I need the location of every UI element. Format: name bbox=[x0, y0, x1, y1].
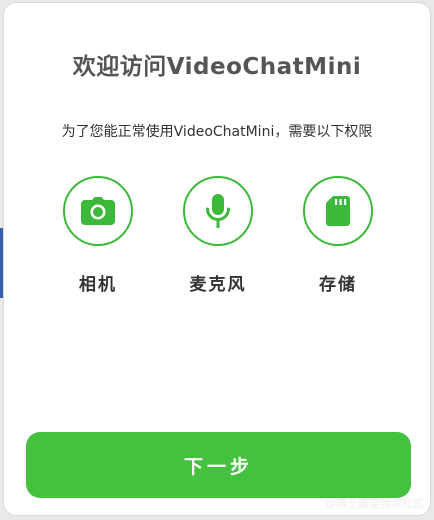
permission-camera-label: 相机 bbox=[79, 275, 117, 295]
dialog-title: 欢迎访问VideoChatMini bbox=[72, 54, 362, 80]
next-button[interactable]: 下一步 bbox=[26, 432, 411, 498]
microphone-icon bbox=[206, 194, 230, 228]
dialog-subtitle: 为了您能正常使用VideoChatMini，需要以下权限 bbox=[61, 124, 373, 140]
permission-storage-label: 存储 bbox=[319, 275, 357, 295]
next-button-label: 下一步 bbox=[183, 455, 253, 478]
sd-card-icon bbox=[326, 196, 350, 226]
permission-microphone-circle bbox=[183, 176, 253, 246]
permission-camera-circle bbox=[63, 176, 133, 246]
permission-storage-circle bbox=[303, 176, 373, 246]
permission-microphone-label: 麦克风 bbox=[189, 275, 247, 295]
screen: 欢迎访问VideoChatMini 为了您能正常使用VideoChatMini，… bbox=[0, 0, 434, 520]
permission-camera: 相机 bbox=[61, 176, 135, 295]
background-edge bbox=[0, 228, 3, 298]
permission-microphone: 麦克风 bbox=[181, 176, 255, 295]
permission-dialog: 欢迎访问VideoChatMini 为了您能正常使用VideoChatMini，… bbox=[4, 3, 430, 515]
camera-icon bbox=[81, 197, 115, 225]
permission-storage: 存储 bbox=[301, 176, 375, 295]
watermark: @稀土掘金技术社区 bbox=[325, 497, 424, 510]
